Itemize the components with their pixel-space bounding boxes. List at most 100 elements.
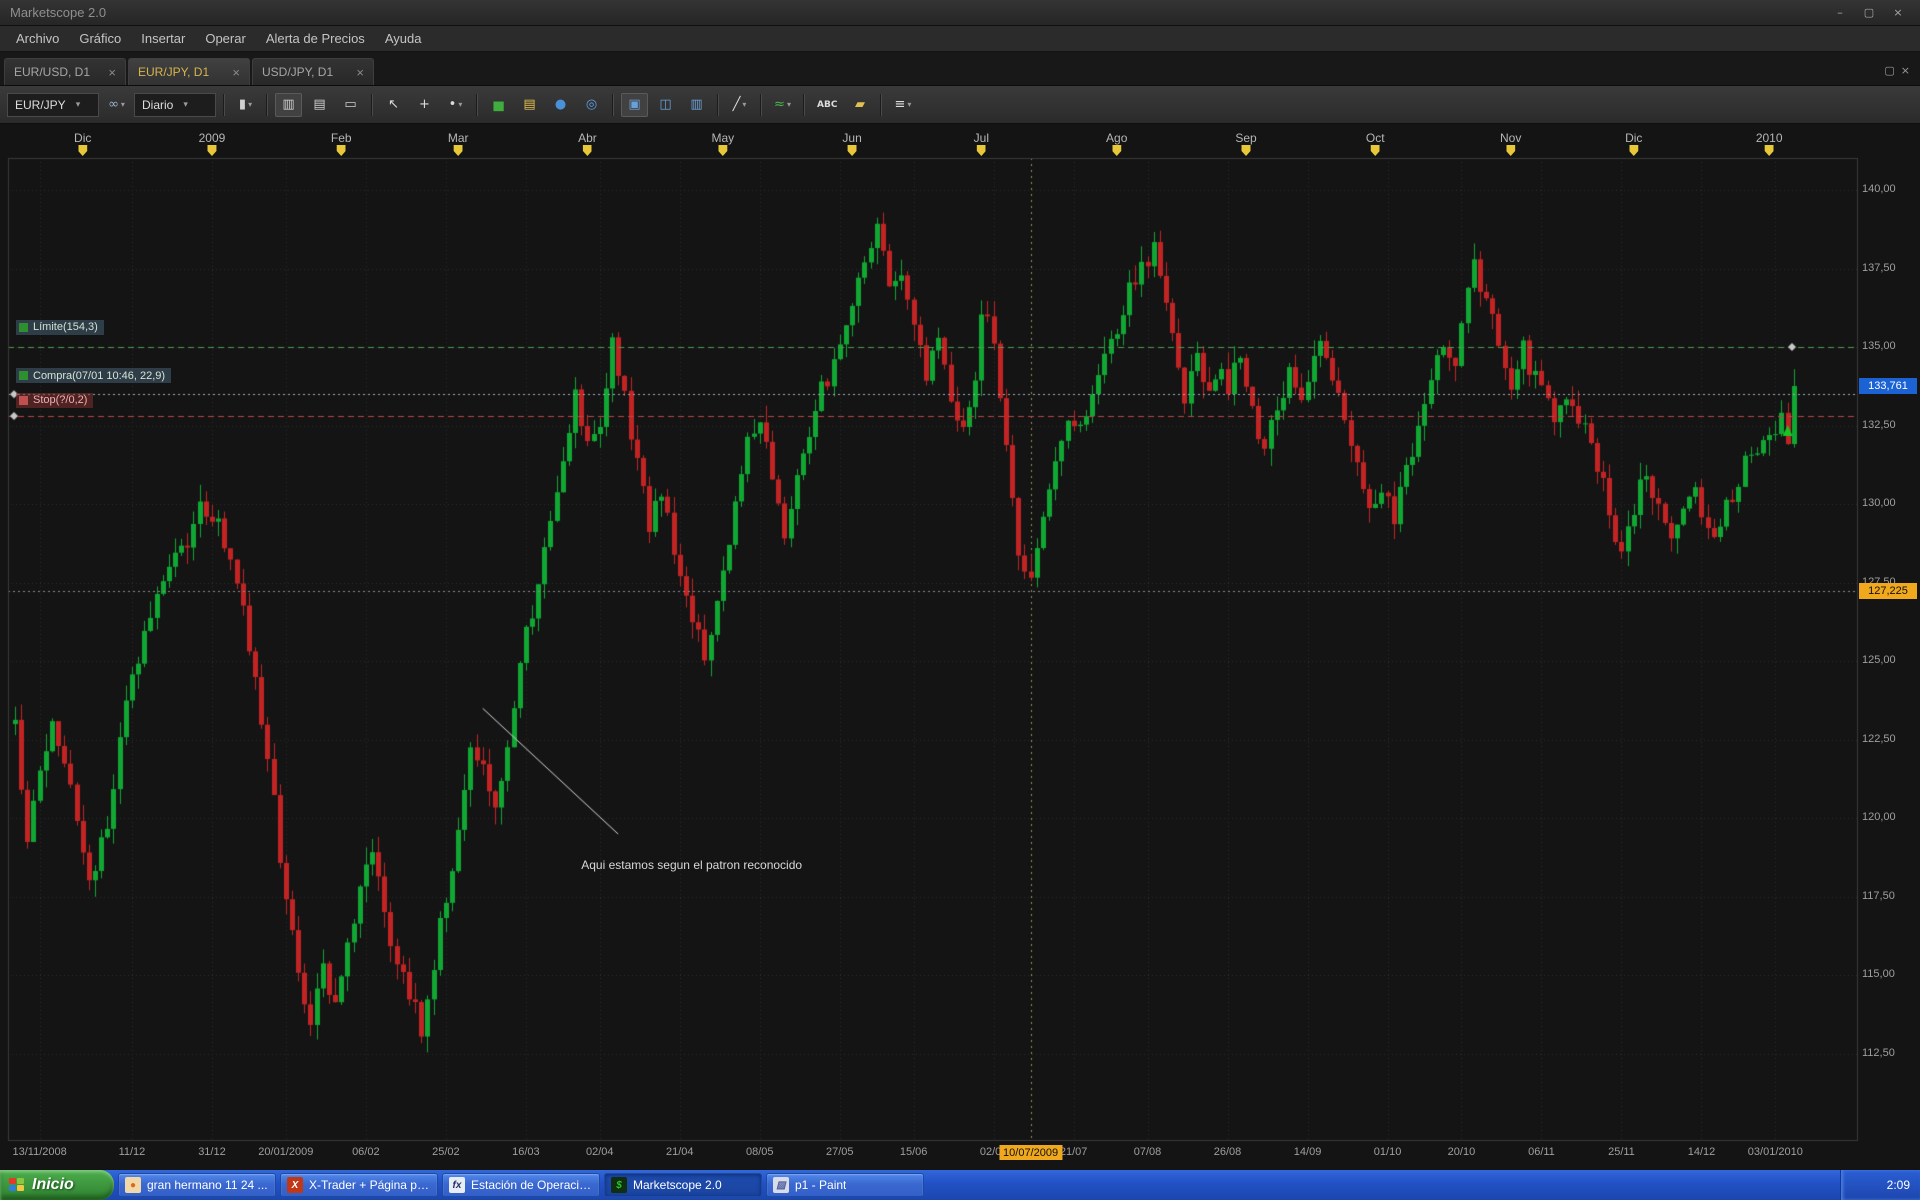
maximize-button[interactable]: ▢ — [1857, 5, 1881, 21]
menu-operar[interactable]: Operar — [195, 28, 255, 49]
clock[interactable]: 2:09 — [1887, 1178, 1910, 1192]
bars-view-button[interactable]: ▤ — [306, 93, 333, 117]
chevron-down-icon: ▾ — [907, 100, 911, 109]
toolbar-separator — [612, 94, 614, 116]
taskbar-item-gran-hermano-11-24[interactable]: ●gran hermano 11 24 ... — [118, 1173, 276, 1197]
note-button[interactable]: ▤ — [516, 93, 543, 117]
options-button[interactable]: ≡▾ — [889, 93, 916, 117]
indicators-icon: ≈ — [774, 97, 785, 112]
pointer-tool-button[interactable]: ↖ — [380, 93, 407, 117]
layout-split-button[interactable]: ◫ — [652, 93, 679, 117]
month-marker-icon — [1371, 145, 1380, 156]
price-tick-label: 112,50 — [1862, 1047, 1912, 1059]
note-icon: ▤ — [523, 97, 535, 112]
chevron-down-icon: ▾ — [458, 100, 462, 109]
menu-insertar[interactable]: Insertar — [131, 28, 195, 49]
close-icon[interactable]: × — [344, 65, 364, 80]
paint-icon: ▨ — [773, 1177, 789, 1193]
tab-usd-jpy-d1[interactable]: USD/JPY, D1× — [252, 58, 374, 85]
chart-annotation[interactable]: Aqui estamos segun el patron reconocido — [581, 858, 802, 872]
dot-tool-icon: • — [449, 97, 457, 112]
date-tick-label: 20/01/2009 — [258, 1146, 313, 1158]
line-view-button[interactable]: ▭ — [337, 93, 364, 117]
dot-tool-button[interactable]: •▾ — [442, 93, 469, 117]
menu-gr-fico[interactable]: Gráfico — [69, 28, 131, 49]
layout-single-icon: ▣ — [628, 97, 640, 112]
chart-type-button[interactable]: ▮▾ — [232, 93, 259, 117]
taskbar-item-marketscope-2-0[interactable]: $Marketscope 2.0 — [604, 1173, 762, 1197]
taskbar-item-x-trader-p-gina-pri[interactable]: XX-Trader + Página pri... — [280, 1173, 438, 1197]
taskbar: Inicio ●gran hermano 11 24 ...XX-Trader … — [0, 1170, 1920, 1200]
month-marker-icon — [718, 145, 727, 156]
crosshair-tool-button[interactable]: + — [411, 93, 438, 117]
start-button[interactable]: Inicio — [0, 1170, 114, 1200]
date-tick-label: 15/06 — [900, 1146, 928, 1158]
price-tick-label: 120,00 — [1862, 811, 1912, 823]
toolbar: EUR/JPY ▾ ∞ ▾ Diario ▾ ▮▾▥▤▭↖+•▾▅▤●◎▣◫▥╱… — [0, 86, 1920, 124]
xtrader-icon: X — [287, 1177, 303, 1193]
chevron-down-icon: ▾ — [248, 100, 252, 109]
taskbar-items: ●gran hermano 11 24 ...XX-Trader + Págin… — [114, 1170, 924, 1200]
date-tick-label: 06/11 — [1528, 1146, 1555, 1158]
month-label: Jun — [842, 131, 861, 145]
options-icon: ≡ — [894, 97, 905, 112]
marketscope-icon: $ — [611, 1177, 627, 1193]
close-button[interactable]: × — [1886, 5, 1910, 21]
layout-rows-button[interactable]: ▥ — [683, 93, 710, 117]
zoom-button[interactable]: ◎ — [578, 93, 605, 117]
buy-position-label[interactable]: Compra(07/01 10:46, 22,9) — [16, 368, 171, 383]
stop-order-label[interactable]: Stop(?/0,2) — [16, 393, 93, 408]
order-label-text: Compra(07/01 10:46, 22,9) — [33, 370, 165, 382]
taskbar-item-label: p1 - Paint — [795, 1178, 846, 1192]
month-marker-icon — [848, 145, 857, 156]
instrument-value: EUR/JPY — [15, 98, 66, 112]
indicators-button[interactable]: ≈▾ — [769, 93, 796, 117]
volume-button[interactable]: ▅ — [485, 93, 512, 117]
month-marker-icon — [454, 145, 463, 156]
menu-alerta-de-precios[interactable]: Alerta de Precios — [256, 28, 375, 49]
price-tick-label: 135,00 — [1862, 340, 1912, 352]
limit-order-label[interactable]: Límite(154,3) — [16, 320, 104, 335]
current-price-label: 133,761 — [1859, 378, 1917, 394]
trendline-button[interactable]: ╱▾ — [726, 93, 753, 117]
taskbar-item-label: Estación de Operacio... — [471, 1178, 593, 1192]
candles-view-button[interactable]: ▥ — [275, 93, 302, 117]
date-tick-label: 16/03 — [512, 1146, 540, 1158]
eraser-button[interactable]: ▰ — [846, 93, 873, 117]
tab-eur-usd-d1[interactable]: EUR/USD, D1× — [4, 58, 126, 85]
chevron-down-icon: ▾ — [76, 100, 81, 110]
publish-icon: ● — [555, 97, 566, 112]
zoom-icon: ◎ — [586, 97, 597, 112]
publish-button[interactable]: ● — [547, 93, 574, 117]
text-label-button[interactable]: ABC — [812, 93, 842, 117]
restore-child-button[interactable]: ▢ — [1884, 64, 1894, 77]
price-tick-label: 125,00 — [1862, 654, 1912, 666]
close-child-button[interactable]: × — [1901, 64, 1910, 77]
instrument-select[interactable]: EUR/JPY ▾ — [7, 93, 99, 117]
taskbar-item-estaci-n-de-operacio[interactable]: fxEstación de Operacio... — [442, 1173, 600, 1197]
month-marker-icon — [1506, 145, 1515, 156]
month-label: Ago — [1106, 131, 1127, 145]
alert-price-label[interactable]: 127,225 — [1859, 583, 1917, 599]
month-label: 2010 — [1756, 131, 1783, 145]
menu-ayuda[interactable]: Ayuda — [375, 28, 432, 49]
tab-eur-jpy-d1[interactable]: EUR/JPY, D1× — [128, 58, 250, 85]
menu-archivo[interactable]: Archivo — [6, 28, 69, 49]
close-icon[interactable]: × — [96, 65, 116, 80]
selected-date-label[interactable]: 10/07/2009 — [999, 1145, 1062, 1160]
layout-single-button[interactable]: ▣ — [621, 93, 648, 117]
system-tray: 2:09 — [1840, 1170, 1920, 1200]
date-tick-label: 02/04 — [586, 1146, 614, 1158]
month-marker-icon — [78, 145, 87, 156]
minimize-button[interactable]: – — [1828, 5, 1852, 21]
close-icon[interactable]: × — [220, 65, 240, 80]
date-tick-label: 31/12 — [198, 1146, 226, 1158]
period-select[interactable]: Diario ▾ — [134, 93, 216, 117]
taskbar-item-p1-paint[interactable]: ▨ p1 - Paint — [766, 1173, 924, 1197]
link-chart-button[interactable]: ∞ ▾ — [103, 93, 130, 117]
date-tick-label: 21/07 — [1060, 1146, 1088, 1158]
date-tick-label: 20/10 — [1448, 1146, 1476, 1158]
date-tick-label: 13/11/2008 — [12, 1146, 66, 1158]
date-tick-label: 25/11 — [1608, 1146, 1635, 1158]
eraser-icon: ▰ — [855, 97, 865, 112]
